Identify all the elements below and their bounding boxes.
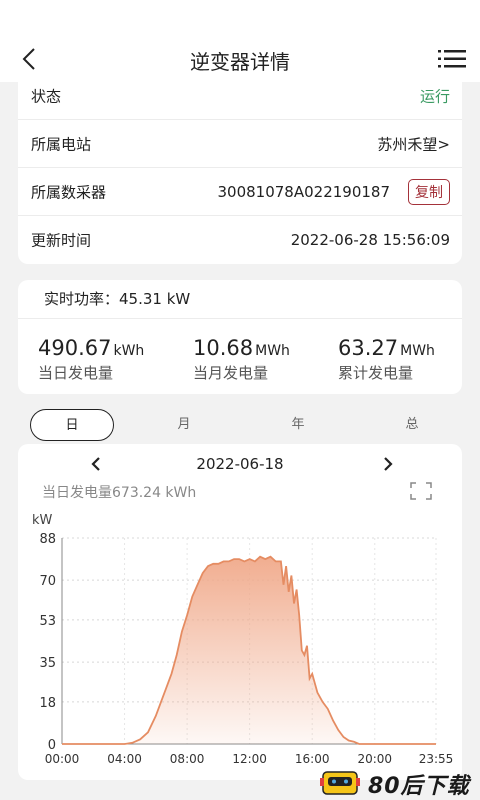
stat-label: 累计发电量	[338, 364, 414, 382]
x-tick-label: 00:00	[45, 752, 80, 766]
watermark-logo-icon	[320, 771, 360, 795]
status-value: 运行	[419, 87, 450, 105]
x-tick-label: 20:00	[357, 752, 392, 766]
y-tick-label: 35	[39, 656, 56, 671]
stat-value: 490.67	[38, 336, 112, 360]
collector-serial: 30081078A022190187	[217, 182, 391, 201]
divider	[18, 318, 462, 319]
station-label: 所属电站	[31, 135, 92, 153]
y-tick-label: 18	[39, 696, 56, 711]
station-link[interactable]: 苏州禾望>	[377, 133, 450, 154]
realtime-power: 实时功率：45.31 kW	[44, 290, 191, 308]
x-tick-label: 23:55	[419, 752, 454, 766]
y-tick-label: 0	[48, 738, 56, 753]
updated-row: 更新时间 2022-06-28 15:56:09	[18, 216, 462, 264]
x-tick-label: 12:00	[232, 752, 267, 766]
copy-button[interactable]: 复制	[408, 178, 450, 205]
y-tick-label: 53	[39, 614, 56, 629]
menu-list-icon[interactable]	[438, 49, 466, 69]
stat-daily: 490.67 kWh 当日发电量	[38, 336, 144, 383]
date-selector: 2022-06-18	[18, 452, 462, 478]
daily-total: 当日发电量673.24 kWh	[42, 485, 197, 501]
page-title: 逆变器详情	[190, 50, 290, 74]
watermark: 80后下载	[320, 766, 480, 799]
collector-label: 所属数采器	[31, 183, 107, 201]
power-card: 实时功率：45.31 kW 490.67 kWh 当日发电量 10.68 MWh 当…	[18, 280, 462, 394]
series-area	[62, 556, 436, 744]
stat-unit: MWh	[400, 343, 435, 359]
station-row[interactable]: 所属电站 苏州禾望>	[18, 120, 462, 168]
chart-card: 2022-06-18 当日发电量673.24 kWh kW 0 18 35 53 70 88…	[18, 444, 462, 780]
period-tabs: 日 月 年 总	[30, 409, 450, 441]
updated-label: 更新时间	[31, 231, 92, 250]
stat-value: 63.27	[338, 336, 399, 360]
tab-month[interactable]: 月	[142, 409, 226, 441]
stat-total: 63.27 MWh 累计发电量	[338, 336, 435, 383]
y-tick-label: 70	[39, 574, 56, 589]
chevron-right-icon[interactable]	[380, 454, 396, 474]
stat-unit: kWh	[113, 343, 145, 359]
status-label: 状态	[31, 87, 62, 105]
x-tick-label: 04:00	[107, 752, 142, 766]
x-tick-label: 08:00	[170, 752, 205, 766]
stat-label: 当日发电量	[38, 364, 114, 382]
app-header: 逆变器详情	[0, 0, 480, 82]
stat-label: 当月发电量	[193, 364, 269, 382]
status-row: 状态 运行	[18, 72, 462, 120]
x-tick-label: 16:00	[295, 752, 330, 766]
updated-value: 2022-06-28 15:56:09	[290, 231, 450, 249]
collector-row: 所属数采器 30081078A022190187 复制	[18, 168, 462, 216]
tab-year[interactable]: 年	[256, 409, 340, 441]
stat-unit: MWh	[255, 343, 290, 359]
power-chart: kW 0 18 35 53 70 88 00:00 04:00 08:00 12:00 16:00 20…	[32, 513, 454, 766]
tab-day[interactable]: 日	[30, 409, 114, 441]
stat-monthly: 10.68 MWh 当月发电量	[193, 336, 290, 383]
fullscreen-icon[interactable]	[410, 482, 432, 500]
watermark-text: 80后下载	[368, 774, 470, 799]
y-tick-label: 88	[39, 532, 56, 547]
inverter-info-card: 状态 运行 所属电站 苏州禾望> 所属数采器 30081078A02219018…	[18, 72, 462, 264]
stat-value: 10.68	[193, 336, 254, 360]
tab-total[interactable]: 总	[370, 409, 454, 441]
y-axis-label: kW	[32, 513, 53, 528]
